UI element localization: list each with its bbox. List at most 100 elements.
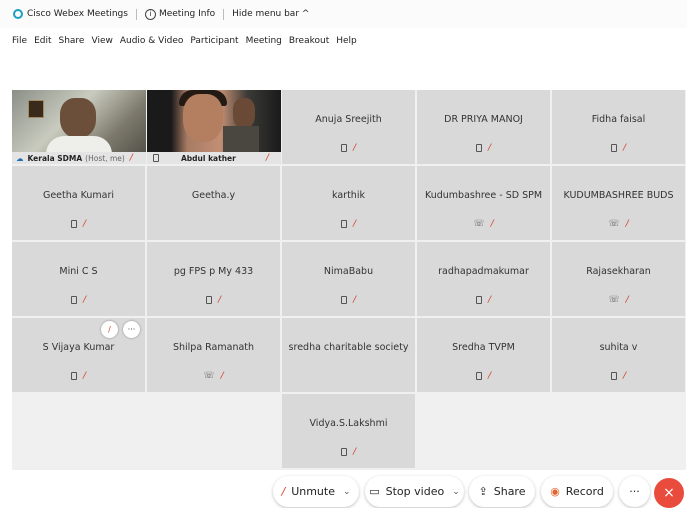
participant-name: DR PRIYA MANOJ (444, 114, 523, 125)
divider (135, 8, 137, 20)
mic-muted-icon: / (265, 153, 269, 163)
participant-tile[interactable]: Kudumbashree - SD SPM ☏ / (417, 166, 550, 240)
participant-tile[interactable]: pg FPS p My 433 / (147, 242, 280, 316)
chevron-down-icon[interactable]: ⌄ (452, 487, 460, 497)
share-icon: ⇪ (478, 485, 488, 498)
mic-muted-icon: / (82, 371, 87, 381)
device-icon (610, 372, 617, 380)
participant-tile[interactable]: / ··· S Vijaya Kumar / (12, 318, 145, 392)
hide-menu-bar-button[interactable]: Hide menu bar ^ (232, 9, 309, 19)
device-icon (70, 372, 77, 380)
participant-name: Kudumbashree - SD SPM (424, 190, 543, 201)
participant-tile[interactable]: radhapadmakumar / (417, 242, 550, 316)
participant-tile[interactable]: KUDUMBASHREE BUDS ☏ / (552, 166, 685, 240)
record-icon: ◉ (550, 485, 560, 498)
participant-tile[interactable]: suhita v / (552, 318, 685, 392)
participant-tile[interactable]: Vidya.S.Lakshmi / (282, 394, 415, 468)
participant-tile[interactable]: Anuja Sreejith / (282, 90, 415, 164)
chevron-down-icon[interactable]: ⌄ (343, 487, 351, 497)
share-label: Share (493, 485, 526, 498)
menu-meeting[interactable]: Meeting (246, 36, 282, 46)
participant-name: NimaBabu (323, 266, 374, 277)
menu-share[interactable]: Share (59, 36, 85, 46)
participant-name: Mini C S (59, 266, 98, 277)
menu-audio-video[interactable]: Audio & Video (120, 36, 184, 46)
participant-name: Geetha.y (191, 190, 236, 201)
mic-muted-icon: / (487, 295, 492, 305)
device-icon (205, 296, 212, 304)
mic-muted-icon: / (352, 219, 357, 229)
phone-audio-icon: ☏ (473, 219, 485, 229)
participant-tile[interactable]: Mini C S / (12, 242, 145, 316)
mic-muted-icon: / (82, 219, 87, 229)
participant-tile[interactable]: Geetha Kumari / (12, 166, 145, 240)
device-icon (475, 144, 482, 152)
info-icon[interactable]: i (144, 8, 156, 20)
meeting-info-button[interactable]: Meeting Info (159, 9, 215, 19)
participant-tile[interactable]: sredha charitable society (282, 318, 415, 392)
mic-muted-icon: / (129, 153, 133, 163)
mic-muted-icon: / (487, 371, 492, 381)
divider (223, 8, 225, 20)
mic-muted-icon: / (352, 295, 357, 305)
video-tile-abdul-kather[interactable]: Abdul kather / (147, 90, 281, 164)
device-icon (475, 296, 482, 304)
record-button[interactable]: ◉ Record (541, 476, 613, 507)
menu-bar: File Edit Share View Audio & Video Parti… (0, 32, 364, 50)
participant-name: Abdul kather (181, 153, 236, 163)
more-button[interactable]: ··· (619, 476, 650, 507)
mic-muted-icon: / (622, 143, 627, 153)
menu-participant[interactable]: Participant (190, 36, 238, 46)
participant-tile[interactable]: Fidha faisal / (552, 90, 685, 164)
participant-tile[interactable]: Sredha TVPM / (417, 318, 550, 392)
phone-audio-icon: ☏ (203, 371, 215, 381)
record-label: Record (565, 485, 604, 498)
video-label-bar: Abdul kather / (147, 152, 281, 164)
participant-name: karthik (332, 190, 365, 201)
participant-name: Sredha TVPM (452, 342, 515, 353)
title-bar: Cisco Webex Meetings i Meeting Info Hide… (0, 0, 687, 28)
stop-video-label: Stop video (385, 485, 445, 498)
menu-edit[interactable]: Edit (34, 36, 51, 46)
device-icon (340, 448, 347, 456)
menu-file[interactable]: File (12, 36, 27, 46)
video-tile-host[interactable]: ☁ Kerala SDMA (Host, me) / (12, 90, 146, 164)
cloud-audio-icon: ☁ (16, 153, 24, 163)
unmute-label: Unmute (291, 485, 335, 498)
menu-help[interactable]: Help (336, 36, 357, 46)
more-icon: ··· (629, 485, 640, 498)
participant-tile[interactable]: Rajasekharan ☏ / (552, 242, 685, 316)
mic-muted-icon: / (82, 295, 87, 305)
participant-tile[interactable]: DR PRIYA MANOJ / (417, 90, 550, 164)
participant-name: Fidha faisal (591, 114, 646, 125)
participant-video (60, 98, 96, 138)
mute-participant-icon[interactable]: / (101, 321, 118, 338)
participant-name: sredha charitable society (288, 342, 409, 353)
mic-muted-icon: / (622, 371, 627, 381)
unmute-button[interactable]: / Unmute ⌄ (273, 476, 359, 507)
participant-tile[interactable]: karthik / (282, 166, 415, 240)
stop-video-button[interactable]: ▭ Stop video ⌄ (365, 476, 464, 507)
participant-tile[interactable]: Geetha.y (147, 166, 280, 240)
webex-logo-icon (13, 9, 23, 19)
device-icon (70, 220, 77, 228)
share-button[interactable]: ⇪ Share (469, 476, 535, 507)
leave-meeting-button[interactable]: × (654, 478, 684, 508)
participant-tile[interactable]: NimaBabu / (282, 242, 415, 316)
mic-muted-icon: / (490, 219, 494, 229)
participant-tile[interactable]: Shilpa Ramanath ☏ / (147, 318, 280, 392)
menu-view[interactable]: View (91, 36, 112, 46)
participant-name: S Vijaya Kumar (42, 342, 115, 353)
mic-muted-icon: / (352, 447, 357, 457)
participant-name: Shilpa Ramanath (172, 342, 255, 353)
device-icon (70, 296, 77, 304)
participant-grid: ☁ Kerala SDMA (Host, me) / Abdul kather … (12, 90, 686, 470)
menu-breakout[interactable]: Breakout (289, 36, 329, 46)
more-options-icon[interactable]: ··· (123, 321, 140, 338)
participant-name: KUDUMBASHREE BUDS (563, 190, 674, 201)
device-icon (475, 372, 482, 380)
mic-muted-icon: / (217, 295, 222, 305)
app-title: Cisco Webex Meetings (27, 9, 128, 19)
mic-muted-icon: / (625, 295, 629, 305)
mic-muted-icon: / (281, 485, 286, 498)
